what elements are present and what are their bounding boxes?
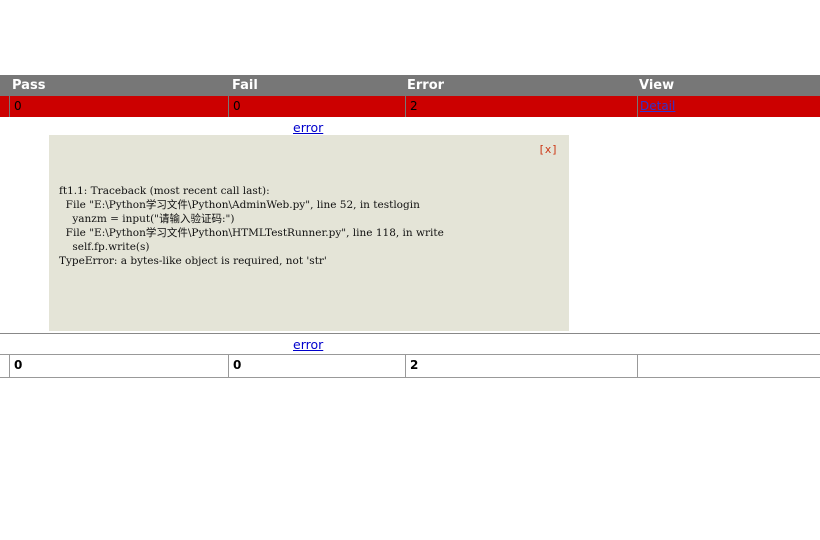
error-toggle-link-2[interactable]: error: [293, 337, 323, 352]
error-toggle-link[interactable]: error: [293, 120, 323, 135]
total-view: [637, 355, 820, 377]
detail-link[interactable]: Detail: [640, 99, 675, 113]
header-fail: Fail: [232, 78, 258, 93]
traceback-popup: [x] ft1.1: Traceback (most recent call l…: [49, 135, 569, 331]
error-row-error: 2: [405, 96, 637, 117]
traceback-text: ft1.1: Traceback (most recent call last)…: [59, 185, 444, 267]
error-row-fail: 0: [228, 96, 405, 117]
section-divider: [0, 333, 820, 334]
popup-close-button[interactable]: [x]: [538, 143, 558, 156]
error-case-row: 0 0 2 Detail: [0, 96, 820, 117]
total-pass: 0: [9, 355, 228, 377]
totals-row: 0 0 2: [0, 354, 820, 378]
total-error: 2: [405, 355, 637, 377]
header-error: Error: [407, 78, 445, 93]
header-view: View: [639, 78, 675, 93]
results-header-row: Pass Fail Error View: [0, 75, 820, 96]
total-fail: 0: [228, 355, 405, 377]
error-row-pass: 0: [9, 96, 228, 117]
error-row-view: Detail: [637, 96, 820, 117]
header-pass: Pass: [12, 78, 46, 93]
